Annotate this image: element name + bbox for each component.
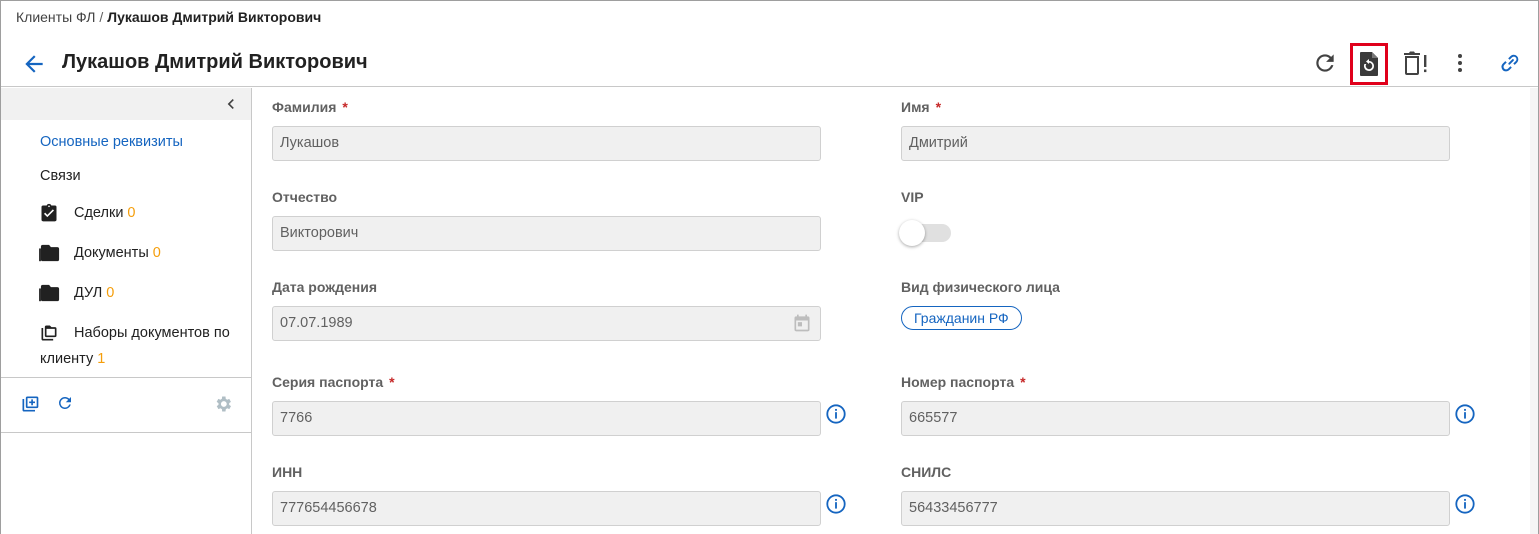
birth-date-label: Дата рождения <box>272 279 378 295</box>
sidebar-item-label: ДУЛ <box>74 285 103 301</box>
passport-number-field[interactable]: 665577 <box>901 401 1450 436</box>
deals-count: 0 <box>127 205 136 221</box>
calendar-icon[interactable] <box>792 313 812 337</box>
toggle-knob <box>899 220 925 246</box>
content-scrollbar[interactable] <box>1530 88 1538 534</box>
back-arrow-icon[interactable] <box>21 51 47 77</box>
sidebar-item-label-cont: клиенту <box>40 351 94 367</box>
vip-toggle[interactable] <box>899 220 951 246</box>
document-sets-count: 1 <box>97 351 106 367</box>
last-name-label: Фамилия * <box>272 99 348 115</box>
person-type-label: Вид физического лица <box>901 279 1060 295</box>
window-frame: Клиенты ФЛ / Лукашов Дмитрий Викторович Лу… <box>0 0 1539 534</box>
folder-icon <box>39 283 61 303</box>
folder-copy-icon <box>39 323 61 343</box>
passport-series-label: Серия паспорта * <box>272 374 395 390</box>
snils-label: СНИЛС <box>901 464 952 480</box>
passport-series-field[interactable]: 7766 <box>272 401 821 436</box>
delete-warning-icon[interactable] <box>1397 45 1433 81</box>
vip-label: VIP <box>901 189 924 205</box>
last-name-field[interactable]: Лукашов <box>272 126 821 161</box>
patronymic-field[interactable]: Викторович <box>272 216 821 251</box>
first-name-field[interactable]: Дмитрий <box>901 126 1450 161</box>
required-marker: * <box>342 99 348 115</box>
sidebar-item-label: Документы <box>74 245 149 261</box>
refresh-icon[interactable] <box>56 394 78 416</box>
snils-field[interactable]: 56433456777 <box>901 491 1450 526</box>
settings-icon[interactable] <box>213 394 235 416</box>
sidebar-item-relations[interactable]: Связи <box>1 166 251 186</box>
sidebar-item-id-documents[interactable]: ДУЛ 0 <box>1 283 251 305</box>
clipboard-check-icon <box>39 203 61 223</box>
breadcrumb-parent[interactable]: Клиенты ФЛ <box>16 9 95 25</box>
patronymic-label: Отчество <box>272 189 338 205</box>
breadcrumb: Клиенты ФЛ / Лукашов Дмитрий Викторович <box>16 9 321 25</box>
birth-date-value: 07.07.1989 <box>280 315 353 331</box>
sidebar-item-document-sets[interactable]: Наборы документов по клиенту 1 <box>1 323 251 369</box>
chevron-left-icon[interactable] <box>221 94 241 114</box>
sidebar-item-label: Связи <box>40 168 81 184</box>
info-icon[interactable] <box>825 493 847 515</box>
sidebar-item-label: Наборы документов по <box>74 325 230 341</box>
inn-label: ИНН <box>272 464 303 480</box>
breadcrumb-current: Лукашов Дмитрий Викторович <box>107 9 322 25</box>
page-header: Лукашов Дмитрий Викторович <box>1 39 1538 87</box>
required-marker: * <box>935 99 942 115</box>
refresh-icon[interactable] <box>1307 45 1343 81</box>
breadcrumb-separator: / <box>99 9 104 25</box>
sidebar-item-main-details[interactable]: Основные реквизиты <box>1 132 251 152</box>
passport-number-label: Номер паспорта * <box>901 374 1026 390</box>
info-icon[interactable] <box>1454 403 1476 425</box>
required-marker: * <box>389 374 395 390</box>
id-documents-count: 0 <box>106 285 115 301</box>
sidebar-bottom-toolbar <box>1 377 251 433</box>
page-title: Лукашов Дмитрий Викторович <box>62 51 368 73</box>
main-content: Фамилия * Лукашов Имя * Дмитрий Отчество В… <box>252 88 1538 534</box>
sidebar: Основные реквизиты Связи Сделки 0 Докумен… <box>1 88 252 534</box>
sidebar-item-label: Основные реквизиты <box>40 134 183 150</box>
info-icon[interactable] <box>1454 493 1476 515</box>
folder-icon <box>39 243 61 263</box>
inn-field[interactable]: 777654456678 <box>272 491 821 526</box>
sidebar-item-deals[interactable]: Сделки 0 <box>1 203 251 225</box>
more-vert-icon[interactable] <box>1442 45 1478 81</box>
first-name-label: Имя * <box>901 99 942 115</box>
sidebar-toolbar <box>1 88 251 120</box>
info-icon[interactable] <box>825 403 847 425</box>
sidebar-item-documents[interactable]: Документы 0 <box>1 243 251 265</box>
restore-document-icon[interactable] <box>1350 43 1388 85</box>
sidebar-item-label: Сделки <box>74 205 124 221</box>
documents-count: 0 <box>152 245 161 261</box>
person-type-chip[interactable]: Гражданин РФ <box>901 306 1022 330</box>
add-folder-icon[interactable] <box>20 394 42 416</box>
birth-date-field[interactable]: 07.07.1989 <box>272 306 821 341</box>
required-marker: * <box>1020 374 1026 390</box>
link-icon[interactable] <box>1492 45 1528 81</box>
